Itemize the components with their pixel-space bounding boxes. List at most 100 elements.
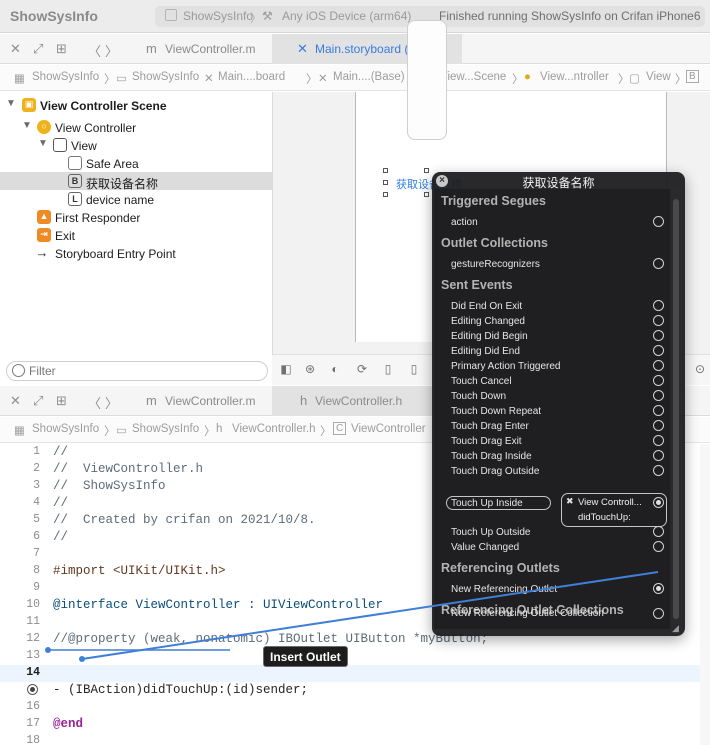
- tab-viewcontroller-m[interactable]: m ViewController.m: [130, 34, 270, 64]
- connection-circle-filled[interactable]: [653, 497, 664, 508]
- popover-scrollbar[interactable]: [672, 189, 681, 629]
- outline-filter[interactable]: [6, 361, 268, 381]
- button-icon[interactable]: B: [686, 70, 699, 83]
- run-destination[interactable]: Any iOS Device (arm64): [282, 9, 411, 23]
- code-text: //@property (weak, nonatomic) IBOutlet U…: [53, 632, 489, 646]
- outline-item-first-responder[interactable]: ▲ First Responder: [0, 208, 272, 226]
- connection-circle[interactable]: [653, 258, 664, 269]
- connection-circle[interactable]: [653, 526, 664, 537]
- code-line[interactable]: 15- (IBAction)didTouchUp:(id)sender;: [0, 682, 710, 699]
- scrollbar-thumb[interactable]: [673, 199, 679, 619]
- forward-icon[interactable]: 〉: [105, 41, 118, 60]
- close-icon[interactable]: ✕: [10, 393, 21, 409]
- connection-circle[interactable]: [653, 465, 664, 476]
- resize-grip-icon[interactable]: ◢: [672, 623, 679, 634]
- scheme-name[interactable]: ShowSysInfo: [183, 9, 253, 23]
- section-triggered-segues: Triggered Segues: [441, 194, 546, 208]
- outline-item-entry-point[interactable]: → Storyboard Entry Point: [0, 244, 272, 262]
- accessibility-icon[interactable]: ⊛: [302, 361, 318, 377]
- outline-item-exit[interactable]: ⇥ Exit: [0, 226, 272, 244]
- expand-icon[interactable]: ⤢: [33, 393, 43, 409]
- first-responder-icon: ▲: [37, 210, 51, 224]
- chevron-down-icon[interactable]: ▼: [6, 98, 16, 109]
- code-text: //: [53, 445, 69, 459]
- connection-circle[interactable]: [653, 450, 664, 461]
- layout-icon[interactable]: ▯: [380, 361, 396, 377]
- connection-circle[interactable]: [653, 405, 664, 416]
- connection-circle[interactable]: [653, 330, 664, 341]
- connection-circle[interactable]: [653, 315, 664, 326]
- outline-item-view[interactable]: ▼ View: [0, 136, 272, 154]
- chevron-down-icon[interactable]: ▼: [22, 120, 32, 131]
- connection-circle[interactable]: [653, 216, 664, 227]
- resize-handle[interactable]: [424, 192, 429, 197]
- filter-input[interactable]: [29, 363, 259, 379]
- tab-viewcontroller-m[interactable]: m ViewController.m: [130, 386, 270, 416]
- outline-label: View Controller Scene: [40, 99, 167, 113]
- outline-label: First Responder: [55, 211, 141, 225]
- connection-circle[interactable]: [653, 390, 664, 401]
- connection-circle[interactable]: [653, 420, 664, 431]
- line-number: 6: [33, 530, 40, 543]
- connection-circle[interactable]: [653, 375, 664, 386]
- resize-handle[interactable]: [383, 168, 388, 173]
- outline-item-button[interactable]: B 获取设备名称: [0, 172, 272, 191]
- connection-circle[interactable]: [653, 541, 664, 552]
- device-icon[interactable]: ▯: [406, 361, 422, 377]
- resize-handle[interactable]: [383, 180, 388, 185]
- grid-icon[interactable]: ⊞: [56, 393, 67, 409]
- connection-circle[interactable]: [653, 360, 664, 371]
- expand-icon[interactable]: ⤢: [33, 41, 43, 57]
- outline-item-label[interactable]: L device name: [0, 190, 272, 208]
- back-icon[interactable]: 〈: [88, 41, 101, 60]
- outline-item-scene[interactable]: ▼ ▣ View Controller Scene: [0, 96, 272, 114]
- outline-label: device name: [86, 193, 155, 207]
- tab-viewcontroller-h[interactable]: h ViewController.h: [272, 386, 432, 416]
- breadcrumb-item[interactable]: Main....(Base): [333, 71, 405, 83]
- storyboard-icon: ✕: [318, 73, 328, 85]
- breadcrumb-item[interactable]: ShowSysInfo: [132, 71, 199, 83]
- breadcrumb-item[interactable]: ShowSysInfo: [132, 423, 199, 435]
- breadcrumb-item[interactable]: ShowSysInfo: [32, 423, 99, 435]
- zoom-icon[interactable]: ⊙: [692, 361, 708, 377]
- resize-handle[interactable]: [383, 192, 388, 197]
- hammer-icon: ⚒: [262, 9, 273, 23]
- current-code-line[interactable]: 14: [0, 665, 710, 682]
- outline-item-safe-area[interactable]: Safe Area: [0, 154, 272, 172]
- outline-item-view-controller[interactable]: ▼ ○ View Controller: [0, 118, 272, 136]
- connection-circle-active[interactable]: [653, 583, 664, 594]
- line-number: 4: [33, 496, 40, 509]
- filter-icon: [12, 364, 25, 377]
- resize-handle[interactable]: [424, 168, 429, 173]
- code-text: // Created by crifan on 2021/10/8.: [53, 513, 316, 527]
- connection-circle[interactable]: [653, 435, 664, 446]
- connection-badge[interactable]: ✖ View Controll... didTouchUp:: [561, 493, 667, 527]
- chevron-right-icon: 〉: [320, 426, 332, 438]
- chevron-down-icon[interactable]: ▼: [38, 138, 48, 149]
- code-line[interactable]: 13: [0, 648, 710, 665]
- connections-popover[interactable]: × 获取设备名称 Triggered Segues action Outlet …: [432, 172, 685, 636]
- breadcrumb-item[interactable]: View: [646, 71, 671, 83]
- close-icon[interactable]: ✕: [10, 41, 21, 57]
- grid-icon[interactable]: ⊞: [56, 41, 67, 57]
- code-line[interactable]: 18: [0, 733, 710, 745]
- code-line[interactable]: 17 @end: [0, 716, 710, 733]
- appearance-icon[interactable]: ◐: [327, 361, 343, 377]
- document-outline: ▼ ▣ View Controller Scene ▼ ○ View Contr…: [0, 92, 272, 384]
- connection-circle[interactable]: [653, 608, 664, 619]
- breadcrumb-item[interactable]: ViewController.h: [232, 423, 316, 435]
- code-line[interactable]: 16: [0, 699, 710, 716]
- forward-icon[interactable]: 〉: [105, 393, 118, 412]
- breadcrumb-item[interactable]: View...Scene: [440, 71, 506, 83]
- breadcrumb-item[interactable]: View...ntroller: [540, 71, 609, 83]
- breadcrumb-item[interactable]: ShowSysInfo: [32, 71, 99, 83]
- breadcrumb-item[interactable]: ViewController: [351, 423, 426, 435]
- ibaction-connection-icon[interactable]: [27, 684, 38, 695]
- toggle-outline-icon[interactable]: ◧: [278, 361, 294, 377]
- connection-circle[interactable]: [653, 300, 664, 311]
- connection-circle[interactable]: [653, 345, 664, 356]
- remove-connection-icon[interactable]: ✖: [566, 496, 574, 507]
- breadcrumb-item[interactable]: Main....board: [218, 71, 285, 83]
- back-icon[interactable]: 〈: [88, 393, 101, 412]
- orientation-icon[interactable]: ⟳: [354, 361, 370, 377]
